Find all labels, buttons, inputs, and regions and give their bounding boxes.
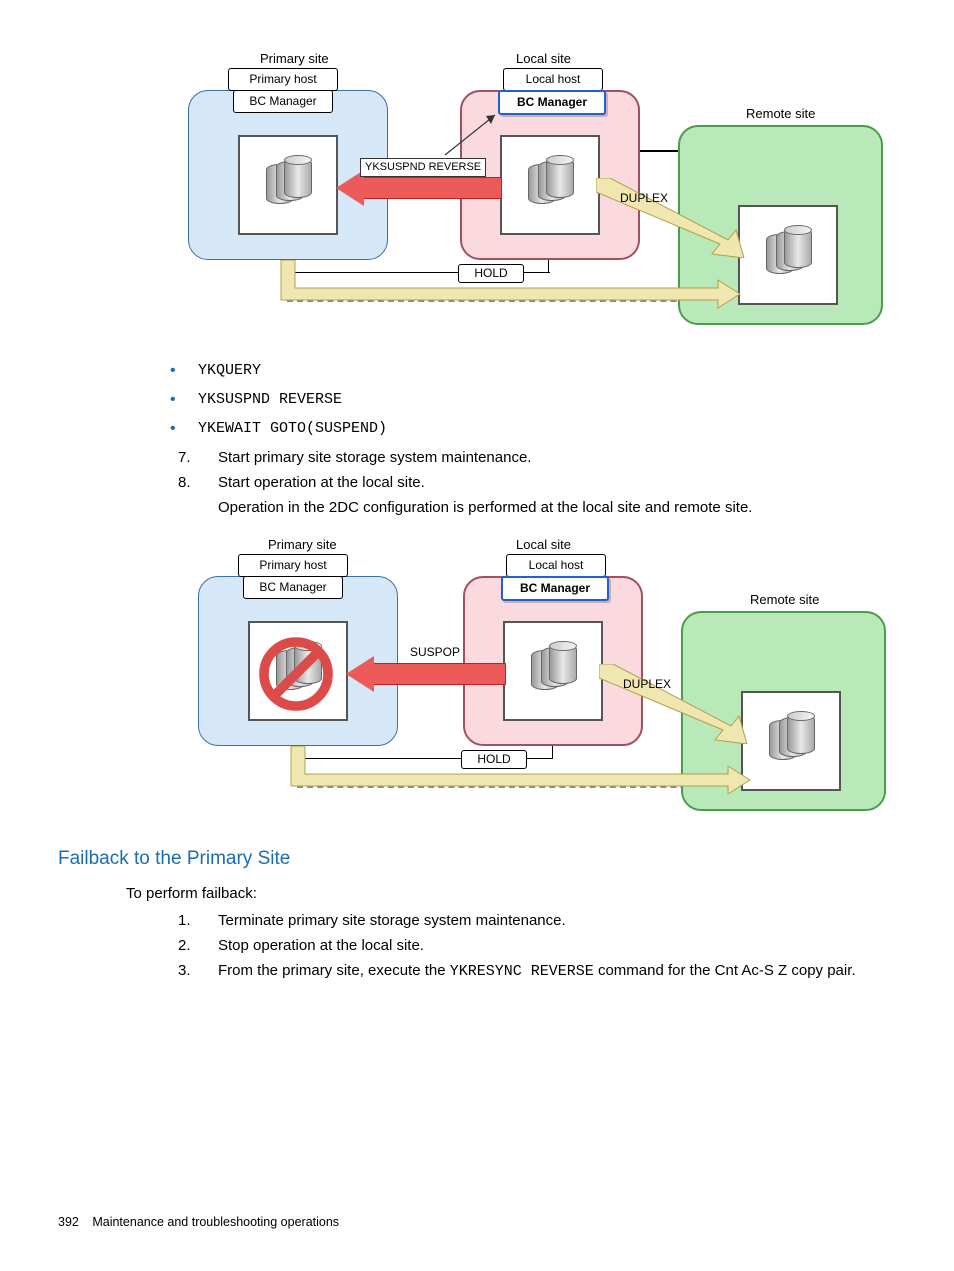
page-number: 392: [58, 1215, 79, 1229]
primary-storage: [238, 135, 338, 235]
primary-site-label: Primary site: [260, 50, 329, 68]
step3-code: YKRESYNC REVERSE: [450, 963, 594, 980]
duplex-label: DUPLEX: [620, 190, 668, 207]
duplex-arrow: [596, 178, 746, 258]
step-text-1: Terminate primary site storage system ma…: [218, 910, 904, 931]
cylinder-icon: [531, 644, 575, 698]
ordered-steps-a: 7. Start primary site storage system mai…: [178, 447, 904, 493]
step-num-7: 7.: [178, 447, 218, 468]
hold-label-box: HOLD: [461, 750, 527, 769]
duplex-label: DUPLEX: [623, 676, 671, 693]
local-host-box: Local host: [506, 554, 606, 577]
ordered-steps-b: 1. Terminate primary site storage system…: [178, 910, 904, 982]
cmd-label: YKSUSPND REVERSE: [360, 158, 486, 177]
primary-bc-box: BC Manager: [233, 90, 333, 113]
pointer-arrow: [440, 110, 510, 160]
footer-title: Maintenance and troubleshooting operatio…: [92, 1215, 339, 1229]
bullet-ykewait: YKEWAIT GOTO(SUSPEND): [198, 418, 904, 439]
primary-bc-box: BC Manager: [243, 576, 343, 599]
step-text-2: Stop operation at the local site.: [218, 935, 904, 956]
local-host-box: Local host: [503, 68, 603, 91]
local-site-label: Local site: [516, 50, 571, 68]
remote-site-label: Remote site: [750, 591, 819, 609]
hold-label-box: HOLD: [458, 264, 524, 283]
cylinder-icon: [266, 158, 310, 212]
failback-intro: To perform failback:: [126, 883, 904, 904]
duplex-arrow: [599, 664, 749, 744]
step-num-8: 8.: [178, 472, 218, 493]
local-storage: [500, 135, 600, 235]
cylinder-icon: [528, 158, 572, 212]
bullet-ykquery: YKQUERY: [198, 360, 904, 381]
local-site-label: Local site: [516, 536, 571, 554]
diagram-suspop: Primary site Local site Remote site Prim…: [178, 536, 878, 826]
step-8-followup: Operation in the 2DC configuration is pe…: [218, 497, 904, 518]
step3-part-a: From the primary site, execute the: [218, 962, 450, 979]
cylinder-icon: [769, 714, 813, 768]
step-num-2: 2.: [178, 935, 218, 956]
primary-site-label: Primary site: [268, 536, 337, 554]
step3-part-b: command for the Cnt Ac-S Z copy pair.: [594, 962, 856, 979]
step-num-3: 3.: [178, 960, 218, 982]
suspop-label: SUSPOP: [410, 644, 460, 661]
diagram-yksuspnd: Primary site Local site Remote site Prim…: [178, 50, 878, 340]
cylinder-icon: [766, 228, 810, 282]
local-storage: [503, 621, 603, 721]
red-suspop-arrow: [346, 656, 506, 692]
step-text-8: Start operation at the local site.: [218, 472, 904, 493]
primary-host-box: Primary host: [228, 68, 338, 91]
primary-host-box: Primary host: [238, 554, 348, 577]
page-footer: 392 Maintenance and troubleshooting oper…: [58, 1214, 339, 1232]
local-bc-box: BC Manager: [498, 90, 606, 115]
step-text-3: From the primary site, execute the YKRES…: [218, 960, 904, 982]
bullet-yksuspnd: YKSUSPND REVERSE: [198, 389, 904, 410]
remote-site-label: Remote site: [746, 105, 815, 123]
step-num-1: 1.: [178, 910, 218, 931]
command-bullet-list: YKQUERY YKSUSPND REVERSE YKEWAIT GOTO(SU…: [198, 360, 904, 439]
local-bc-box: BC Manager: [501, 576, 609, 601]
step-text-7: Start primary site storage system mainte…: [218, 447, 904, 468]
remote-storage: [738, 205, 838, 305]
prohibit-icon: [256, 634, 336, 714]
section-heading: Failback to the Primary Site: [58, 846, 904, 873]
